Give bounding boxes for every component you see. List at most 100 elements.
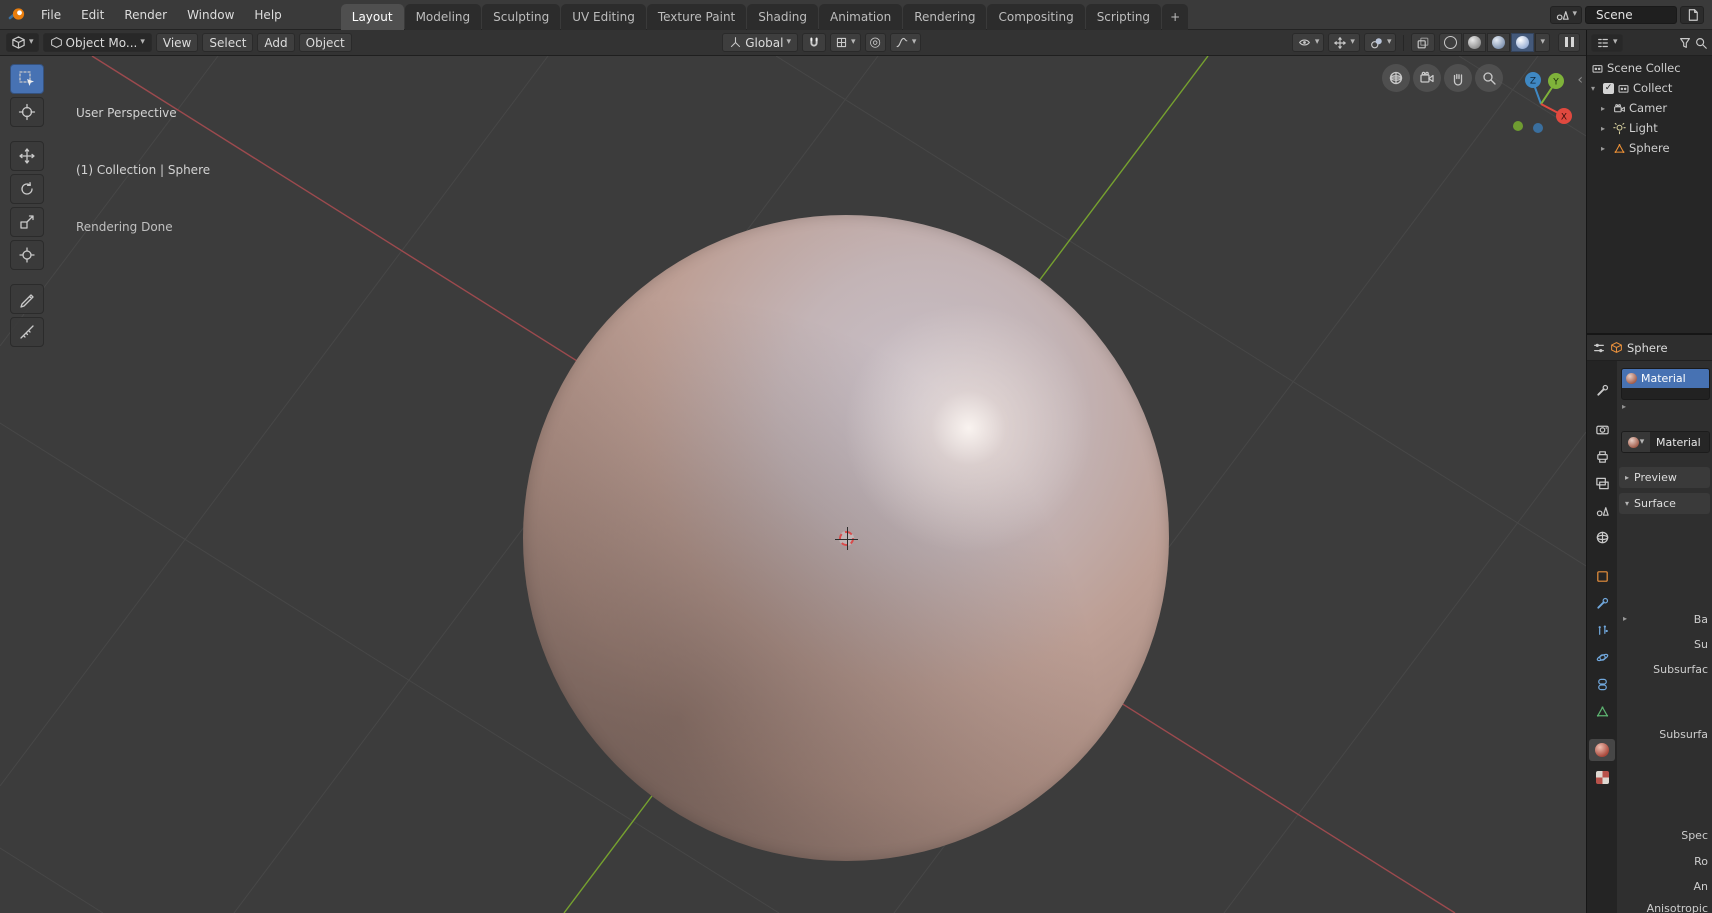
add-menu[interactable]: Add bbox=[257, 33, 294, 52]
axis-neg-y-ball[interactable] bbox=[1513, 121, 1523, 131]
props-tab-modifiers[interactable] bbox=[1589, 592, 1615, 614]
mode-selector[interactable]: Object Mo... ▾ bbox=[43, 33, 152, 52]
material-browse-button[interactable]: ▾ bbox=[1622, 432, 1650, 452]
workspace-tab-modeling[interactable]: Modeling bbox=[405, 4, 482, 30]
props-tab-constraints[interactable] bbox=[1589, 673, 1615, 695]
preview-panel-header[interactable]: ▸ Preview bbox=[1619, 467, 1710, 488]
props-tab-scene[interactable] bbox=[1589, 499, 1615, 521]
props-tab-texture[interactable] bbox=[1589, 766, 1615, 788]
tool-cursor[interactable] bbox=[10, 97, 44, 127]
navigation-axis-gizmo[interactable]: Z Y X bbox=[1505, 68, 1577, 140]
props-tab-object-data[interactable] bbox=[1589, 700, 1615, 722]
material-name-field[interactable]: Material bbox=[1650, 432, 1709, 452]
menu-file[interactable]: File bbox=[32, 5, 70, 25]
outliner-row-sphere[interactable]: ▸ Sphere bbox=[1587, 138, 1712, 158]
props-tab-tool[interactable] bbox=[1589, 379, 1615, 401]
move-icon bbox=[18, 147, 36, 165]
surface-panel-header[interactable]: ▾ Surface bbox=[1619, 493, 1710, 514]
chevron-down-icon: ▾ bbox=[29, 38, 34, 47]
snap-toggle-button[interactable] bbox=[802, 33, 826, 52]
panel-collapse-arrow[interactable]: ‹ bbox=[1577, 72, 1583, 88]
tool-measure[interactable] bbox=[10, 317, 44, 347]
tool-move[interactable] bbox=[10, 141, 44, 171]
snap-target-dropdown[interactable]: ▾ bbox=[830, 33, 861, 52]
outliner-row-scene-collection[interactable]: Scene Collec bbox=[1587, 58, 1712, 78]
disclosure-closed-icon[interactable]: ▸ bbox=[1601, 144, 1610, 153]
workspace-tab-layout[interactable]: Layout bbox=[341, 4, 404, 30]
tool-select-box[interactable] bbox=[10, 64, 44, 94]
blender-logo-icon[interactable] bbox=[8, 6, 26, 24]
overlays-dropdown[interactable]: ▾ bbox=[1364, 33, 1397, 52]
add-workspace-button[interactable]: + bbox=[1162, 4, 1188, 30]
pause-render-button[interactable] bbox=[1558, 33, 1580, 52]
material-datablock-selector[interactable]: ▾ Material bbox=[1621, 431, 1710, 453]
select-menu[interactable]: Select bbox=[202, 33, 253, 52]
shading-wireframe-button[interactable] bbox=[1439, 33, 1462, 52]
disclosure-closed-icon[interactable]: ▸ bbox=[1601, 104, 1610, 113]
workspace-tab-sculpting[interactable]: Sculpting bbox=[482, 4, 560, 30]
object-menu[interactable]: Object bbox=[299, 33, 352, 52]
tool-annotate[interactable] bbox=[10, 284, 44, 314]
right-panel-column: ▾ Scene bbox=[1586, 30, 1712, 913]
props-tab-world[interactable] bbox=[1589, 526, 1615, 548]
workspace-tab-rendering[interactable]: Rendering bbox=[903, 4, 986, 30]
shading-rendered-button[interactable] bbox=[1511, 33, 1534, 52]
props-tab-object[interactable] bbox=[1589, 565, 1615, 587]
filter-funnel-icon bbox=[1678, 36, 1692, 50]
shading-solid-button[interactable] bbox=[1463, 33, 1486, 52]
tool-rotate[interactable] bbox=[10, 174, 44, 204]
props-tab-render[interactable] bbox=[1589, 418, 1615, 440]
props-tab-physics[interactable] bbox=[1589, 646, 1615, 668]
shading-options-dropdown[interactable]: ▾ bbox=[1535, 33, 1550, 52]
menu-render[interactable]: Render bbox=[115, 5, 176, 25]
camera-view-button[interactable] bbox=[1413, 64, 1441, 92]
scene-browse-button[interactable]: ▾ bbox=[1550, 6, 1582, 24]
menu-edit[interactable]: Edit bbox=[72, 5, 113, 25]
outliner-row-camera[interactable]: ▸ Camer bbox=[1587, 98, 1712, 118]
outliner-editor-type-button[interactable]: ▾ bbox=[1591, 34, 1623, 52]
xray-toggle-button[interactable] bbox=[1411, 33, 1435, 52]
gizmos-dropdown[interactable]: ▾ bbox=[1328, 33, 1360, 52]
viewport-3d[interactable]: User Perspective (1) Collection | Sphere… bbox=[0, 56, 1586, 913]
menu-help[interactable]: Help bbox=[245, 5, 290, 25]
proportional-editing-button[interactable]: ◎ bbox=[865, 33, 886, 52]
shading-material-button[interactable] bbox=[1487, 33, 1510, 52]
zoom-view-button[interactable] bbox=[1475, 64, 1503, 92]
material-slot-row[interactable]: Material bbox=[1622, 369, 1709, 388]
tool-scale[interactable] bbox=[10, 207, 44, 237]
workspace-tab-animation[interactable]: Animation bbox=[819, 4, 902, 30]
slot-list-expander[interactable]: ▸ bbox=[1622, 402, 1626, 411]
workspace-tab-texture-paint[interactable]: Texture Paint bbox=[647, 4, 746, 30]
workspace-tab-compositing[interactable]: Compositing bbox=[987, 4, 1084, 30]
viewport-overlay-text: User Perspective (1) Collection | Sphere… bbox=[76, 66, 210, 275]
workspace-tab-scripting[interactable]: Scripting bbox=[1086, 4, 1161, 30]
outliner-row-collection[interactable]: ▾ ✓ Collect bbox=[1587, 78, 1712, 98]
workspace-tab-shading[interactable]: Shading bbox=[747, 4, 818, 30]
props-tab-particles[interactable] bbox=[1589, 619, 1615, 641]
tool-transform[interactable] bbox=[10, 240, 44, 270]
outliner-filter-button[interactable] bbox=[1678, 36, 1692, 50]
collection-checkbox[interactable]: ✓ bbox=[1603, 83, 1614, 94]
editor-type-button[interactable]: ▾ bbox=[6, 33, 39, 52]
scene-name-field[interactable]: Scene bbox=[1585, 6, 1677, 24]
outliner-search-button[interactable] bbox=[1694, 36, 1708, 50]
disclosure-open-icon[interactable]: ▾ bbox=[1591, 84, 1600, 93]
props-tab-material[interactable] bbox=[1589, 739, 1615, 761]
view-menu[interactable]: View bbox=[156, 33, 198, 52]
perspective-toggle-button[interactable] bbox=[1382, 64, 1410, 92]
outliner-row-light[interactable]: ▸ Light bbox=[1587, 118, 1712, 138]
transform-orientation-dropdown[interactable]: Global ▾ bbox=[722, 33, 798, 52]
props-tab-view-layer[interactable] bbox=[1589, 472, 1615, 494]
new-scene-button[interactable] bbox=[1680, 6, 1704, 24]
axis-neg-z-ball[interactable] bbox=[1533, 123, 1543, 133]
material-slot-list[interactable]: Material bbox=[1621, 368, 1710, 400]
props-tab-output[interactable] bbox=[1589, 445, 1615, 467]
visibility-dropdown[interactable]: ▾ bbox=[1292, 33, 1325, 52]
pan-view-button[interactable] bbox=[1444, 64, 1472, 92]
workspace-tab-uv-editing[interactable]: UV Editing bbox=[561, 4, 646, 30]
properties-header: Sphere bbox=[1587, 335, 1712, 361]
properties-editor-type-button[interactable] bbox=[1592, 341, 1606, 355]
menu-window[interactable]: Window bbox=[178, 5, 243, 25]
proportional-falloff-dropdown[interactable]: ▾ bbox=[890, 33, 922, 52]
disclosure-closed-icon[interactable]: ▸ bbox=[1601, 124, 1610, 133]
